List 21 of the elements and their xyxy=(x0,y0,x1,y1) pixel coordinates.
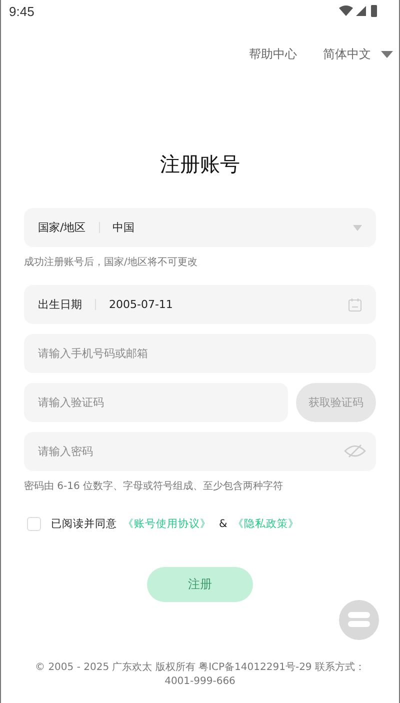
ampersand: & xyxy=(219,518,228,530)
password-input[interactable]: 请输入密码 xyxy=(24,432,376,471)
menu-icon xyxy=(348,612,370,628)
caret-down-icon xyxy=(381,50,393,58)
region-note: 成功注册账号后，国家/地区将不可更改 xyxy=(24,256,198,269)
page-title: 注册账号 xyxy=(159,151,241,178)
floating-menu-button[interactable] xyxy=(339,600,379,640)
calendar-icon xyxy=(348,298,362,312)
birthday-field[interactable]: 出生日期 2005-07-11 xyxy=(24,285,376,324)
agreement-checkbox[interactable] xyxy=(27,517,41,531)
status-icons xyxy=(339,4,379,18)
password-note: 密码由 6-16 位数字、字母或符号组成、至少包含两种字符 xyxy=(24,480,284,493)
help-center-link[interactable]: 帮助中心 xyxy=(249,46,297,63)
eye-hidden-icon[interactable] xyxy=(344,444,366,458)
caret-down-icon xyxy=(353,224,362,230)
account-input[interactable]: 请输入手机号码或邮箱 xyxy=(24,334,376,373)
agreement-text: 已阅读并同意 xyxy=(51,517,117,531)
status-time: 9:45 xyxy=(9,4,34,18)
region-select[interactable]: 国家/地区 中国 xyxy=(24,208,376,247)
footer-copyright: © 2005 - 2025 广东欢太 版权所有 粤ICP备14012291号-29 联系方式：4001-999-666 xyxy=(34,661,366,689)
language-selector[interactable]: 简体中文 xyxy=(323,46,393,63)
